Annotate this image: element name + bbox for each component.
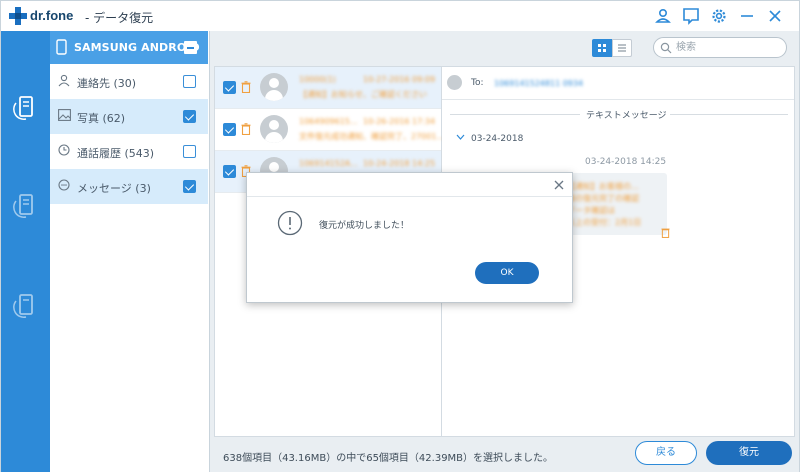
dialog-header: [247, 173, 572, 197]
minimize-icon[interactable]: [737, 6, 757, 26]
date-group-header[interactable]: 03-24-2018: [456, 134, 523, 144]
list-icon: [618, 44, 626, 52]
section-title: テキストメッセージ: [586, 111, 667, 121]
category-label: 連絡先 (30): [77, 77, 137, 90]
category-panel: SAMSUNG ANDROID 連絡先 (30) 写真 (62) 通話履歴 (5…: [50, 31, 210, 472]
message-sender: 106914152A...: [299, 159, 358, 168]
settings-gear-icon[interactable]: [709, 6, 729, 26]
message-row[interactable]: 1064909615... 10-26-2016 17:34 文件復元成功通知、…: [215, 109, 445, 151]
sd-card-recovery-icon: [12, 194, 33, 218]
category-checkbox[interactable]: [183, 180, 196, 193]
bubble-line: 様の復元完了の確認: [567, 194, 639, 203]
message-checkbox[interactable]: [223, 165, 236, 178]
bubble-line: データ確認は: [567, 206, 615, 215]
contact-avatar: [260, 115, 288, 143]
broken-phone-recovery-icon: [12, 294, 33, 318]
app-logo: dr.fone: [30, 8, 74, 23]
mode-rail: [1, 31, 50, 472]
divider: [450, 114, 580, 115]
selection-summary: 638個項目（43.16MB）の中で65個項目（42.39MB）を選択しました。: [223, 453, 554, 464]
device-header[interactable]: SAMSUNG ANDROID: [50, 31, 208, 64]
category-label: 通話履歴 (543): [77, 147, 155, 160]
restore-button[interactable]: 復元: [706, 441, 792, 465]
message-sender: 1064909615...: [299, 117, 358, 126]
call-history-icon: [58, 144, 70, 156]
phone-recovery-icon: [12, 96, 33, 120]
recipient-bar: To: 1069141524811 0934: [442, 67, 794, 100]
close-window-icon[interactable]: [765, 6, 785, 26]
message-time: 10-24-2018 14:25: [363, 159, 436, 168]
category-label: メッセージ (3): [77, 182, 151, 195]
message-checkbox[interactable]: [223, 123, 236, 136]
grid-icon: [598, 44, 606, 52]
message-icon: [58, 179, 70, 191]
dialog-close-icon[interactable]: [552, 178, 566, 192]
date-group-label: 03-24-2018: [471, 134, 524, 144]
view-toolbar: 検索: [210, 31, 799, 66]
message-sender: 10000(1): [299, 75, 336, 84]
list-view-button[interactable]: [612, 39, 632, 57]
rail-sd-recovery[interactable]: [1, 181, 50, 229]
info-exclamation-icon: [277, 210, 303, 236]
feedback-icon[interactable]: [681, 6, 701, 26]
app-subtitle: - データ復元: [85, 11, 154, 25]
message-checkbox[interactable]: [223, 81, 236, 94]
category-photos[interactable]: 写真 (62): [50, 99, 208, 134]
category-checkbox[interactable]: [183, 75, 196, 88]
ok-button[interactable]: OK: [475, 262, 539, 284]
search-placeholder: 検索: [676, 42, 696, 53]
bubble-line: 【通知】お客様の...: [567, 182, 639, 191]
photo-icon: [58, 109, 71, 121]
message-timestamp: 03-24-2018 14:25: [585, 157, 667, 167]
deleted-trash-icon: [241, 81, 251, 93]
recipient-avatar: [447, 75, 462, 90]
bubble-trash-icon: [661, 228, 670, 238]
grid-view-button[interactable]: [592, 39, 612, 57]
device-collapse-toggle[interactable]: [184, 41, 197, 54]
rail-broken-recovery[interactable]: [1, 281, 50, 329]
contact-icon: [58, 74, 70, 87]
bubble-line: 以上の受付：2月1日: [567, 218, 642, 227]
back-button[interactable]: 戻る: [635, 441, 697, 465]
category-messages[interactable]: メッセージ (3): [50, 169, 208, 204]
message-snippet: 文件復元成功通知、確認完了、27001...: [299, 132, 445, 141]
category-call-history[interactable]: 通話履歴 (543): [50, 134, 208, 169]
rail-device-recovery[interactable]: [1, 83, 50, 131]
divider: [670, 114, 788, 115]
footer-bar: 638個項目（43.16MB）の中で65個項目（42.39MB）を選択しました。…: [210, 437, 799, 472]
message-row[interactable]: 10000(1) 10-27-2016 09:09 【通知】お知らせ、ご確認くだ…: [215, 67, 441, 109]
message-time: 10-26-2016 17:34: [363, 117, 436, 126]
category-checkbox[interactable]: [183, 110, 196, 123]
message-bubble: 【通知】お客様の... 様の復元完了の確認 データ確認は 以上の受付：2月1日: [557, 173, 667, 235]
recipient-number: 1069141524811 0934: [494, 79, 584, 88]
app-window: dr.fone - データ復元 SAMSUNG ANDROID 連絡先 (30)…: [0, 0, 800, 472]
success-dialog: 復元が成功しました！ OK: [246, 172, 573, 303]
title-bar: dr.fone - データ復元: [1, 1, 799, 31]
account-icon[interactable]: [653, 6, 673, 26]
message-snippet: 【通知】お知らせ、ご確認ください: [299, 90, 427, 99]
message-time: 10-27-2016 09:09: [363, 75, 436, 84]
dialog-message: 復元が成功しました！: [319, 221, 410, 231]
deleted-trash-icon: [241, 123, 251, 135]
search-input[interactable]: 検索: [653, 37, 787, 58]
drfone-logo-icon: [9, 7, 27, 25]
chevron-down-icon: [456, 134, 465, 140]
contact-avatar: [260, 73, 288, 101]
to-label: To:: [471, 78, 484, 88]
device-phone-icon: [56, 39, 67, 55]
device-name: SAMSUNG ANDROID: [74, 41, 200, 54]
category-checkbox[interactable]: [183, 145, 196, 158]
category-label: 写真 (62): [77, 112, 126, 125]
category-contacts[interactable]: 連絡先 (30): [50, 64, 208, 99]
search-icon: [660, 42, 672, 54]
